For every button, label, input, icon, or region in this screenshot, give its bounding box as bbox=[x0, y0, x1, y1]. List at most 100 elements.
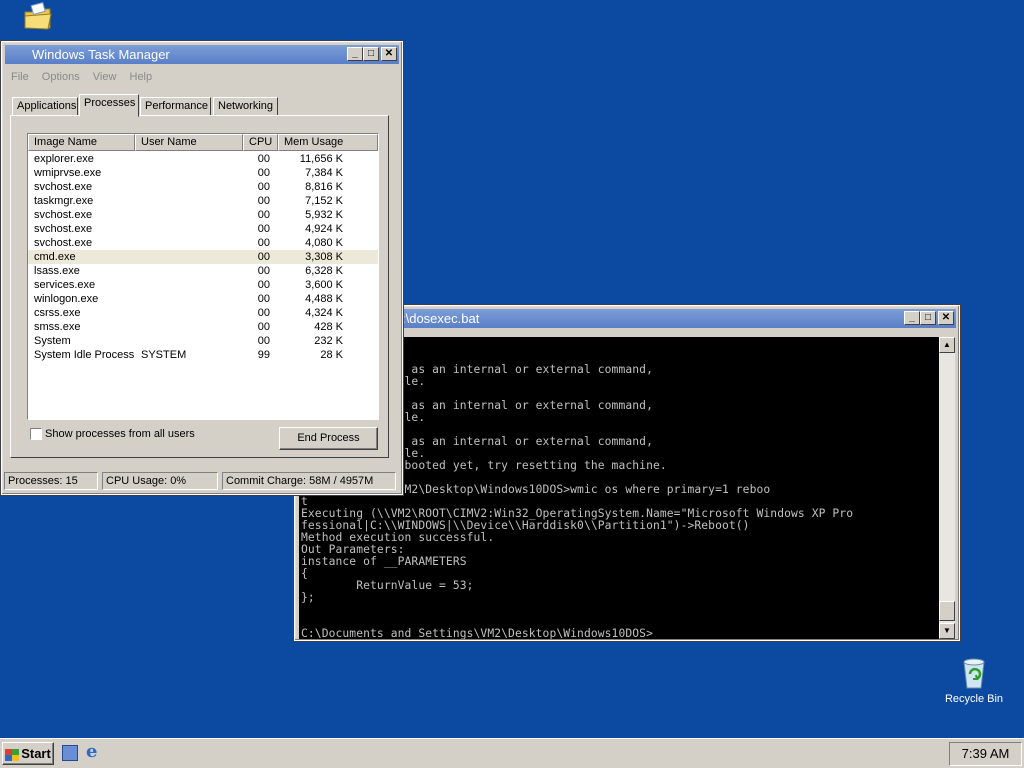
process-mem: 4,324 K bbox=[305, 307, 343, 319]
process-list[interactable]: Image Name User Name CPU Mem Usage explo… bbox=[27, 133, 379, 420]
process-cpu: 00 bbox=[257, 223, 270, 235]
process-name: svchost.exe bbox=[34, 209, 93, 221]
process-cpu: 00 bbox=[257, 167, 270, 179]
table-row[interactable]: explorer.exe 00 11,656 K bbox=[28, 152, 378, 166]
windows-logo-icon bbox=[5, 748, 20, 761]
process-cpu: 00 bbox=[257, 321, 270, 333]
recycle-bin-label: Recycle Bin bbox=[944, 693, 1004, 705]
table-row[interactable]: cmd.exe 00 3,308 K bbox=[28, 250, 378, 264]
menu-view[interactable]: View bbox=[93, 71, 117, 83]
folder-desktop-icon[interactable] bbox=[22, 1, 54, 32]
table-row[interactable]: smss.exe 00 428 K bbox=[28, 320, 378, 334]
table-row[interactable]: svchost.exe 00 8,816 K bbox=[28, 180, 378, 194]
process-mem: 6,328 K bbox=[305, 265, 343, 277]
table-row[interactable]: lsass.exe 00 6,328 K bbox=[28, 264, 378, 278]
process-mem: 4,924 K bbox=[305, 223, 343, 235]
process-mem: 3,308 K bbox=[305, 251, 343, 263]
table-row[interactable]: svchost.exe 00 4,080 K bbox=[28, 236, 378, 250]
table-row[interactable]: taskmgr.exe 00 7,152 K bbox=[28, 194, 378, 208]
process-name: svchost.exe bbox=[34, 181, 93, 193]
list-header: Image Name User Name CPU Mem Usage bbox=[28, 134, 378, 151]
process-mem: 4,080 K bbox=[305, 237, 343, 249]
show-desktop-icon[interactable] bbox=[62, 745, 78, 761]
show-all-users-checkbox[interactable] bbox=[30, 428, 42, 440]
process-mem: 428 K bbox=[314, 321, 343, 333]
maximize-icon[interactable]: □ bbox=[363, 47, 379, 61]
table-row[interactable]: svchost.exe 00 4,924 K bbox=[28, 222, 378, 236]
table-row[interactable]: csrss.exe 00 4,324 K bbox=[28, 306, 378, 320]
minimize-icon[interactable]: _ bbox=[904, 311, 920, 325]
internet-explorer-icon[interactable]: e bbox=[86, 743, 104, 761]
process-cpu: 00 bbox=[257, 307, 270, 319]
process-user: SYSTEM bbox=[141, 349, 187, 361]
process-mem: 11,656 K bbox=[299, 153, 343, 165]
scroll-thumb[interactable] bbox=[939, 601, 955, 621]
console-line: instance of __PARAMETERS bbox=[301, 555, 467, 568]
tab-processes[interactable]: Processes bbox=[79, 94, 139, 117]
process-cpu: 00 bbox=[257, 265, 270, 277]
maximize-icon[interactable]: □ bbox=[920, 311, 936, 325]
process-name: System bbox=[34, 335, 71, 347]
table-row[interactable]: wmiprvse.exe 00 7,384 K bbox=[28, 166, 378, 180]
process-name: lsass.exe bbox=[34, 265, 80, 277]
process-name: winlogon.exe bbox=[34, 293, 99, 305]
column-image-name[interactable]: Image Name bbox=[28, 134, 135, 151]
menu-help[interactable]: Help bbox=[130, 71, 153, 83]
start-label: Start bbox=[21, 746, 51, 761]
process-name: taskmgr.exe bbox=[34, 195, 94, 207]
minimize-icon[interactable]: _ bbox=[347, 47, 363, 61]
status-commit-charge: Commit Charge: 58M / 4957M bbox=[222, 472, 396, 490]
process-mem: 7,152 K bbox=[305, 195, 343, 207]
process-name: svchost.exe bbox=[34, 237, 93, 249]
process-name: explorer.exe bbox=[34, 153, 94, 165]
process-mem: 5,932 K bbox=[305, 209, 343, 221]
process-cpu: 00 bbox=[257, 237, 270, 249]
tab-applications[interactable]: Applications bbox=[12, 97, 78, 116]
console-scrollbar[interactable]: ▲ ▼ bbox=[939, 337, 955, 639]
taskbar: Start e 7:39 AM bbox=[0, 738, 1024, 768]
system-tray-clock[interactable]: 7:39 AM bbox=[949, 742, 1022, 766]
status-cpu-usage: CPU Usage: 0% bbox=[102, 472, 218, 490]
tab-networking[interactable]: Networking bbox=[213, 97, 278, 116]
table-row[interactable]: services.exe 00 3,600 K bbox=[28, 278, 378, 292]
recycle-bin-icon[interactable]: Recycle Bin bbox=[940, 656, 1008, 705]
column-cpu[interactable]: CPU bbox=[243, 134, 278, 151]
process-name: wmiprvse.exe bbox=[34, 167, 102, 179]
console-title: :\dosexec.bat bbox=[402, 311, 480, 326]
process-mem: 8,816 K bbox=[305, 181, 343, 193]
process-name: svchost.exe bbox=[34, 223, 93, 235]
console-line: ReturnValue = 53; bbox=[301, 579, 474, 592]
menu-file[interactable]: File bbox=[11, 71, 29, 83]
console-line: C:\Documents and Settings\VM2\Desktop\Wi… bbox=[301, 627, 660, 640]
process-cpu: 99 bbox=[257, 349, 270, 361]
process-cpu: 00 bbox=[257, 279, 270, 291]
close-icon[interactable]: ✕ bbox=[381, 47, 397, 61]
process-cpu: 00 bbox=[257, 153, 270, 165]
process-cpu: 00 bbox=[257, 251, 270, 263]
scroll-down-icon[interactable]: ▼ bbox=[939, 623, 955, 639]
show-all-users-label[interactable]: Show processes from all users bbox=[45, 428, 195, 440]
close-icon[interactable]: ✕ bbox=[938, 311, 954, 325]
column-user-name[interactable]: User Name bbox=[135, 134, 243, 151]
start-button[interactable]: Start bbox=[2, 742, 54, 765]
end-process-button[interactable]: End Process bbox=[279, 427, 378, 450]
process-name: services.exe bbox=[34, 279, 96, 291]
scroll-up-icon[interactable]: ▲ bbox=[939, 337, 955, 353]
table-row[interactable]: System 00 232 K bbox=[28, 334, 378, 348]
menu-bar: File Options View Help bbox=[6, 68, 157, 86]
process-cpu: 00 bbox=[257, 293, 270, 305]
table-row[interactable]: winlogon.exe 00 4,488 K bbox=[28, 292, 378, 306]
task-manager-titlebar[interactable]: Windows Task Manager _ □ ✕ bbox=[5, 45, 399, 64]
tab-performance[interactable]: Performance bbox=[140, 97, 211, 116]
table-row[interactable]: System Idle Process SYSTEM 99 28 K bbox=[28, 348, 378, 362]
process-mem: 3,600 K bbox=[305, 279, 343, 291]
menu-options[interactable]: Options bbox=[42, 71, 80, 83]
status-processes: Processes: 15 bbox=[4, 472, 98, 490]
process-cpu: 00 bbox=[257, 195, 270, 207]
column-mem-usage[interactable]: Mem Usage bbox=[278, 134, 378, 151]
process-mem: 7,384 K bbox=[305, 167, 343, 179]
status-bar: Processes: 15 CPU Usage: 0% Commit Charg… bbox=[2, 472, 398, 490]
table-row[interactable]: svchost.exe 00 5,932 K bbox=[28, 208, 378, 222]
process-name: cmd.exe bbox=[34, 251, 76, 263]
process-mem: 232 K bbox=[314, 335, 343, 347]
